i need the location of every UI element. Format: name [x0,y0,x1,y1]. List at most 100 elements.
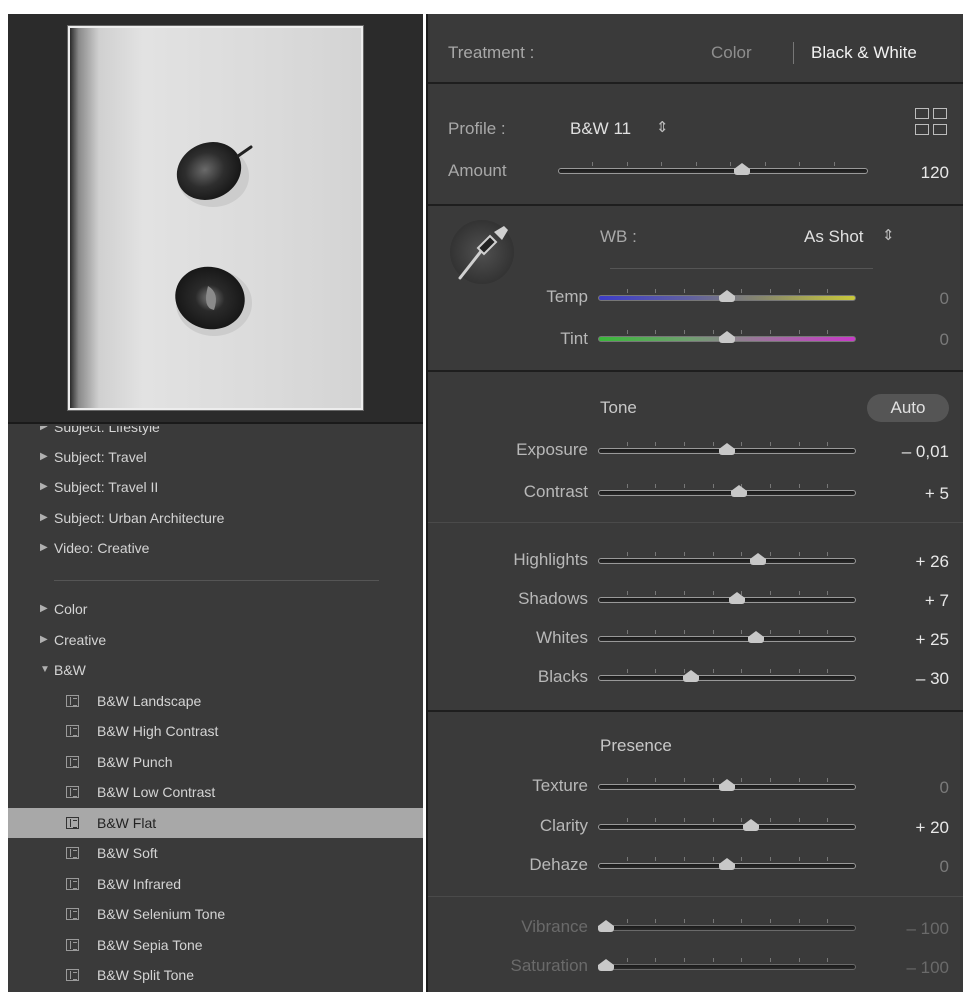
slider-tick [770,330,771,334]
preset-group-creative[interactable]: ▶ Creative [8,625,423,655]
preset-icon [66,786,79,798]
texture-value[interactable]: 0 [879,778,949,798]
slider-tick [626,591,628,595]
highlights-label: Highlights [513,550,588,569]
clarity-value[interactable]: + 20 [879,818,949,838]
triangle-right-icon: ▶ [40,512,48,523]
contrast-slider[interactable] [598,483,856,503]
slider-tick [827,919,829,923]
contrast-slider-track[interactable] [598,490,856,496]
shadows-slider-track[interactable] [598,597,856,603]
divider [428,82,963,84]
slider-tick [798,669,800,673]
vibrance-slider-track[interactable] [598,925,856,931]
temp-slider[interactable] [598,288,856,308]
amount-slider-track[interactable] [558,168,868,174]
list-divider [54,580,379,581]
slider-tick [592,162,594,166]
slider-tick [798,552,800,556]
highlights-slider-track[interactable] [598,558,856,564]
blacks-slider-track[interactable] [598,675,856,681]
preset-item[interactable]: B&W Infrared [8,869,423,899]
slider-tick [655,630,657,634]
treatment-bw-option[interactable]: Black & White [811,43,917,63]
whites-value[interactable]: + 25 [879,630,949,650]
preset-item[interactable]: B&W Low Contrast [8,777,423,807]
slider-tick [798,289,800,293]
profile-value[interactable]: B&W 11 [570,119,631,139]
blacks-label: Blacks [537,667,588,686]
saturation-value[interactable]: – 100 [869,958,949,978]
preset-group-color[interactable]: ▶ Color [8,594,423,624]
triangle-down-icon: ▼ [40,664,50,675]
slider-tick [798,330,800,334]
temp-value[interactable]: 0 [879,289,949,309]
clarity-slider[interactable] [598,817,856,837]
preset-group-subject-travel[interactable]: ▶ Subject: Travel [8,442,423,472]
slider-tick [827,818,829,822]
whites-slider-track[interactable] [598,636,856,642]
preset-group-subject-urban-architecture[interactable]: ▶ Subject: Urban Architecture [8,503,423,533]
slider-tick [770,919,771,923]
texture-label: Texture [532,776,588,795]
highlights-value[interactable]: + 26 [879,552,949,572]
slider-tick [827,630,829,634]
amount-value[interactable]: 120 [879,163,949,183]
profile-browser-grid-icon[interactable] [915,108,949,138]
slider-tick [770,857,771,861]
slider-tick [684,857,685,861]
slider-tick [712,919,714,923]
tint-value[interactable]: 0 [879,330,949,350]
up-down-arrows-icon[interactable]: ⇕ [656,118,669,136]
wb-value[interactable]: As Shot [804,227,864,247]
slider-tick [661,162,663,166]
dehaze-value[interactable]: 0 [879,857,949,877]
tint-slider[interactable] [598,329,856,349]
preset-item[interactable]: B&W Soft [8,838,423,868]
clarity-slider-track[interactable] [598,824,856,830]
slider-tick [827,778,829,782]
highlights-slider[interactable] [598,551,856,571]
blacks-slider[interactable] [598,668,856,688]
vibrance-slider[interactable] [598,918,856,938]
preset-group-video-creative[interactable]: ▶ Video: Creative [8,533,423,563]
preset-item[interactable]: B&W Selenium Tone [8,899,423,929]
slider-tick [741,630,743,634]
preset-icon [66,908,79,920]
amount-slider[interactable] [558,161,868,181]
dehaze-slider[interactable] [598,856,856,876]
treatment-color-option[interactable]: Color [711,43,752,63]
slider-tick [827,669,829,673]
slider-tick [655,442,657,446]
dehaze-label: Dehaze [529,855,588,874]
texture-slider[interactable] [598,777,856,797]
preset-item-selected[interactable]: B&W Flat [8,808,423,838]
slider-tick [741,778,743,782]
shadows-slider[interactable] [598,590,856,610]
preset-item[interactable]: B&W High Contrast [8,716,423,746]
blacks-value[interactable]: – 30 [879,669,949,689]
whites-slider[interactable] [598,629,856,649]
eyedropper-icon[interactable] [450,220,514,284]
contrast-value[interactable]: + 5 [879,484,949,504]
slider-tick [712,630,714,634]
saturation-slider-track[interactable] [598,964,856,970]
up-down-arrows-icon[interactable]: ⇕ [882,226,895,244]
preset-group-subject-travel-ii[interactable]: ▶ Subject: Travel II [8,472,423,502]
preset-item[interactable]: B&W Punch [8,747,423,777]
preset-item[interactable]: B&W Sepia Tone [8,930,423,960]
saturation-slider[interactable] [598,957,856,977]
exposure-value[interactable]: – 0,01 [859,442,949,462]
preset-item[interactable]: B&W Split Tone [8,960,423,990]
slider-tick [712,591,714,595]
auto-tone-button[interactable]: Auto [867,394,949,422]
preset-group-bw[interactable]: ▼ B&W [8,655,423,685]
vibrance-value[interactable]: – 100 [869,919,949,939]
preset-group-subject-lifestyle[interactable]: ▶ Subject: Lifestyle [8,426,423,442]
slider-tick [741,330,743,334]
shadows-value[interactable]: + 7 [879,591,949,611]
tone-section-title: Tone [600,398,637,417]
exposure-slider[interactable] [598,441,856,461]
slider-tick [655,857,657,861]
preset-item[interactable]: B&W Landscape [8,686,423,716]
